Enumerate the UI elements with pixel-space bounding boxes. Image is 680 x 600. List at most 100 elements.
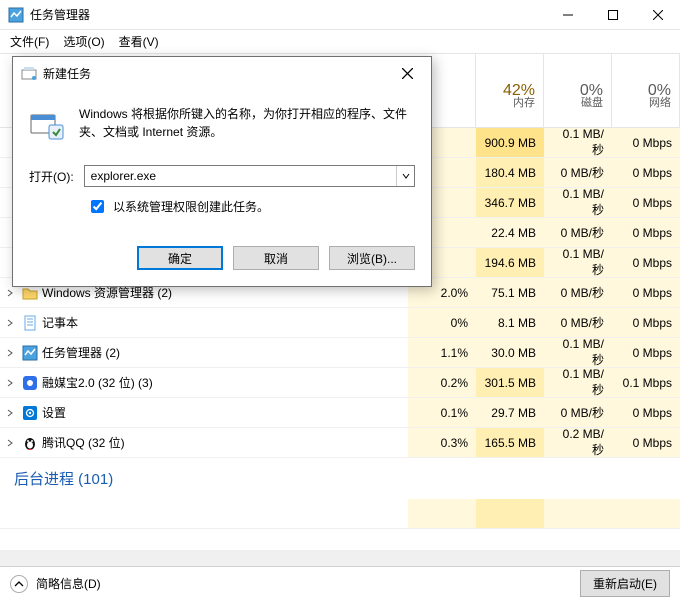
- horizontal-scrollbar[interactable]: [0, 550, 680, 566]
- disk-cell: 0.1 MB/秒: [544, 338, 612, 367]
- chevron-right-icon: [6, 289, 14, 297]
- expand-toggle[interactable]: [0, 368, 20, 397]
- menu-view[interactable]: 查看(V): [119, 33, 159, 50]
- process-icon: [20, 398, 40, 427]
- process-row[interactable]: 融媒宝2.0 (32 位) (3)0.2%301.5 MB0.1 MB/秒0.1…: [0, 368, 680, 398]
- combobox-dropdown-button[interactable]: [396, 166, 414, 186]
- chevron-right-icon: [6, 349, 14, 357]
- memory-cell: 8.1 MB: [476, 308, 544, 337]
- process-name: 任务管理器 (2): [40, 338, 408, 367]
- admin-checkbox[interactable]: [91, 200, 104, 213]
- process-name: 记事本: [40, 308, 408, 337]
- memory-cell: 346.7 MB: [476, 188, 544, 217]
- memory-cell: 180.4 MB: [476, 158, 544, 187]
- disk-cell: 0.2 MB/秒: [544, 428, 612, 457]
- fewer-details-toggle[interactable]: [10, 575, 28, 593]
- run-dialog-icon: [21, 65, 37, 81]
- network-cell: 0 Mbps: [612, 428, 680, 457]
- disk-cell: 0.1 MB/秒: [544, 368, 612, 397]
- memory-cell: 75.1 MB: [476, 278, 544, 307]
- process-icon: [20, 368, 40, 397]
- open-input[interactable]: [85, 166, 396, 186]
- minimize-button[interactable]: [545, 0, 590, 30]
- cpu-cell: 0%: [408, 308, 476, 337]
- network-cell: 0 Mbps: [612, 158, 680, 187]
- maximize-button[interactable]: [590, 0, 635, 30]
- dialog-title: 新建任务: [43, 65, 391, 82]
- open-label: 打开(O):: [29, 168, 74, 185]
- memory-cell: 301.5 MB: [476, 368, 544, 397]
- process-name: 腾讯QQ (32 位): [40, 428, 408, 457]
- dialog-close-button[interactable]: [391, 57, 423, 89]
- footer: 简略信息(D) 重新启动(E): [0, 566, 680, 600]
- open-combobox[interactable]: [84, 165, 415, 187]
- expand-toggle[interactable]: [0, 308, 20, 337]
- disk-cell: 0.1 MB/秒: [544, 248, 612, 277]
- network-cell: 0 Mbps: [612, 338, 680, 367]
- memory-cell: 165.5 MB: [476, 428, 544, 457]
- process-name: 设置: [40, 398, 408, 427]
- disk-cell: 0 MB/秒: [544, 218, 612, 247]
- process-name: 融媒宝2.0 (32 位) (3): [40, 368, 408, 397]
- chevron-right-icon: [6, 439, 14, 447]
- process-row[interactable]: 记事本0%8.1 MB0 MB/秒0 Mbps: [0, 308, 680, 338]
- network-cell: 0 Mbps: [612, 398, 680, 427]
- taskmgr-app-icon: [8, 7, 24, 23]
- process-row[interactable]: 腾讯QQ (32 位)0.3%165.5 MB0.2 MB/秒0 Mbps: [0, 428, 680, 458]
- chevron-right-icon: [6, 319, 14, 327]
- network-cell: 0 Mbps: [612, 248, 680, 277]
- window-controls: [545, 0, 680, 30]
- disk-cell: 0 MB/秒: [544, 398, 612, 427]
- menu-options[interactable]: 选项(O): [63, 33, 104, 50]
- background-processes-header: 后台进程 (101): [0, 458, 680, 499]
- process-icon: [20, 338, 40, 367]
- column-header-memory[interactable]: 42% 内存: [476, 54, 544, 127]
- menubar: 文件(F) 选项(O) 查看(V): [0, 30, 680, 54]
- network-cell: 0.1 Mbps: [612, 368, 680, 397]
- expand-toggle[interactable]: [0, 338, 20, 367]
- expand-toggle[interactable]: [0, 398, 20, 427]
- fewer-details-label[interactable]: 简略信息(D): [36, 575, 101, 592]
- disk-cell: 0 MB/秒: [544, 308, 612, 337]
- disk-cell: 0 MB/秒: [544, 158, 612, 187]
- network-cell: 0 Mbps: [612, 278, 680, 307]
- process-row[interactable]: 任务管理器 (2)1.1%30.0 MB0.1 MB/秒0 Mbps: [0, 338, 680, 368]
- cpu-cell: 1.1%: [408, 338, 476, 367]
- disk-cell: 0.1 MB/秒: [544, 188, 612, 217]
- menu-file[interactable]: 文件(F): [10, 33, 49, 50]
- cancel-button[interactable]: 取消: [233, 246, 319, 270]
- admin-checkbox-label[interactable]: 以系统管理权限创建此任务。: [113, 198, 269, 215]
- run-program-icon: [29, 105, 65, 141]
- memory-cell: 22.4 MB: [476, 218, 544, 247]
- process-row[interactable]: 设置0.1%29.7 MB0 MB/秒0 Mbps: [0, 398, 680, 428]
- column-header-disk[interactable]: 0% 磁盘: [544, 54, 612, 127]
- network-cell: 0 Mbps: [612, 218, 680, 247]
- memory-cell: 194.6 MB: [476, 248, 544, 277]
- process-row[interactable]: [0, 499, 680, 529]
- window-title: 任务管理器: [30, 6, 545, 23]
- dialog-titlebar: 新建任务: [13, 57, 431, 89]
- process-icon: [20, 428, 40, 457]
- chevron-right-icon: [6, 409, 14, 417]
- chevron-up-icon: [14, 579, 24, 589]
- chevron-right-icon: [6, 379, 14, 387]
- column-header-network[interactable]: 0% 网络: [612, 54, 680, 127]
- browse-button[interactable]: 浏览(B)...: [329, 246, 415, 270]
- cpu-cell: 0.3%: [408, 428, 476, 457]
- process-icon: [20, 308, 40, 337]
- disk-cell: 0.1 MB/秒: [544, 128, 612, 157]
- restart-button[interactable]: 重新启动(E): [580, 570, 670, 597]
- close-icon: [402, 68, 413, 79]
- disk-cell: 0 MB/秒: [544, 278, 612, 307]
- memory-cell: 30.0 MB: [476, 338, 544, 367]
- network-cell: 0 Mbps: [612, 188, 680, 217]
- dialog-body: Windows 将根据你所键入的名称，为你打开相应的程序、文件夹、文档或 Int…: [13, 89, 431, 286]
- expand-toggle[interactable]: [0, 428, 20, 457]
- memory-cell: 29.7 MB: [476, 398, 544, 427]
- ok-button[interactable]: 确定: [137, 246, 223, 270]
- network-cell: 0 Mbps: [612, 128, 680, 157]
- new-task-dialog: 新建任务 Windows 将根据你所键入的名称，为你打开相应的程序、文件夹、文档…: [12, 56, 432, 287]
- cpu-cell: 0.2%: [408, 368, 476, 397]
- dialog-description: Windows 将根据你所键入的名称，为你打开相应的程序、文件夹、文档或 Int…: [79, 105, 415, 141]
- close-button[interactable]: [635, 0, 680, 30]
